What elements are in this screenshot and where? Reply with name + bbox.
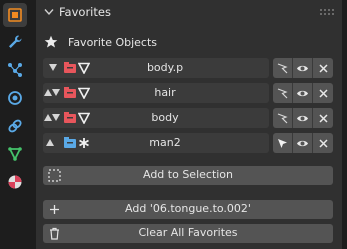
visibility-toggle[interactable] <box>293 83 313 103</box>
remove-favorite-button[interactable] <box>313 133 333 153</box>
move-down-icon[interactable] <box>49 64 57 71</box>
cursor-icon <box>278 138 287 148</box>
remove-favorite-button[interactable] <box>313 108 333 128</box>
visibility-toggle[interactable] <box>293 58 313 78</box>
physics-icon <box>8 91 22 105</box>
reorder-arrows[interactable] <box>43 108 61 128</box>
tab-tool[interactable] <box>3 3 27 27</box>
move-up-icon[interactable] <box>44 89 52 96</box>
clear-all-favorites-button[interactable]: Clear All Favorites <box>43 224 333 243</box>
tab-object-data[interactable] <box>3 142 27 166</box>
row-toggles <box>273 108 333 128</box>
constraint-icon <box>8 119 22 133</box>
favorite-objects-header: Favorite Objects <box>44 33 157 51</box>
favorite-row: body <box>43 108 333 128</box>
tool-icon <box>8 8 22 22</box>
move-up-icon[interactable] <box>46 139 54 146</box>
cursor-icon <box>277 62 288 73</box>
star-icon <box>44 35 58 48</box>
close-icon <box>318 113 328 123</box>
row-toggles <box>273 133 333 153</box>
subheader-label: Favorite Objects <box>68 35 158 49</box>
add-object-button[interactable]: Add '06.tongue.to.002' <box>43 200 333 219</box>
object-name-field[interactable]: body.p <box>61 58 269 78</box>
cursor-icon <box>277 112 288 123</box>
close-icon <box>318 63 328 73</box>
visibility-toggle[interactable] <box>293 133 313 153</box>
data-icon <box>8 147 22 162</box>
object-name: hair <box>154 86 176 99</box>
properties-editor: Favorites Favorite Objects body.p hair b… <box>0 0 347 249</box>
cursor-icon <box>277 87 288 98</box>
tab-constraints[interactable] <box>3 114 27 138</box>
close-icon <box>318 138 328 148</box>
move-up-icon[interactable] <box>44 114 52 121</box>
object-name-field[interactable]: hair <box>61 83 269 103</box>
row-toggles <box>273 58 333 78</box>
wrench-icon <box>9 35 22 48</box>
remove-favorite-button[interactable] <box>313 58 333 78</box>
select-toggle[interactable] <box>273 58 293 78</box>
select-toggle[interactable] <box>273 108 293 128</box>
select-toggle[interactable] <box>273 133 293 153</box>
row-toggles <box>273 83 333 103</box>
visibility-toggle[interactable] <box>293 108 313 128</box>
reorder-arrows[interactable] <box>43 133 61 153</box>
remove-favorite-button[interactable] <box>313 83 333 103</box>
eye-icon <box>297 140 308 146</box>
move-down-icon[interactable] <box>52 89 60 96</box>
eye-icon <box>297 65 308 71</box>
favorite-row: man2 <box>43 133 333 153</box>
tab-material[interactable] <box>3 170 27 194</box>
tab-modifiers[interactable] <box>3 30 27 54</box>
panel-header[interactable]: Favorites <box>36 0 342 24</box>
object-name-field[interactable]: body <box>61 108 269 128</box>
reorder-arrows[interactable] <box>43 83 61 103</box>
add-to-selection-button[interactable]: Add to Selection <box>43 166 333 185</box>
close-icon <box>318 88 328 98</box>
properties-tab-strip <box>0 0 31 249</box>
eye-icon <box>297 115 308 121</box>
favorites-panel: Favorites Favorite Objects body.p hair b… <box>36 0 342 249</box>
drag-handle-icon[interactable] <box>320 9 334 15</box>
object-name: body <box>151 111 179 124</box>
eye-icon <box>297 90 308 96</box>
favorite-row: hair <box>43 83 333 103</box>
clear-all-favorites-label: Clear All Favorites <box>138 226 238 239</box>
tab-physics[interactable] <box>3 86 27 110</box>
panel-title: Favorites <box>59 5 111 19</box>
reorder-arrows[interactable] <box>43 58 61 78</box>
particles-icon <box>8 63 22 77</box>
object-name: man2 <box>149 136 181 149</box>
favorite-row: body.p <box>43 58 333 78</box>
add-object-label: Add '06.tongue.to.002' <box>125 202 251 215</box>
tab-particles[interactable] <box>3 58 27 82</box>
chevron-down-icon[interactable] <box>44 8 54 16</box>
add-to-selection-label: Add to Selection <box>142 168 234 181</box>
object-name-field[interactable]: man2 <box>61 133 269 153</box>
move-down-icon[interactable] <box>52 114 60 121</box>
object-name: body.p <box>146 61 184 74</box>
material-icon <box>8 175 22 189</box>
select-toggle[interactable] <box>273 83 293 103</box>
